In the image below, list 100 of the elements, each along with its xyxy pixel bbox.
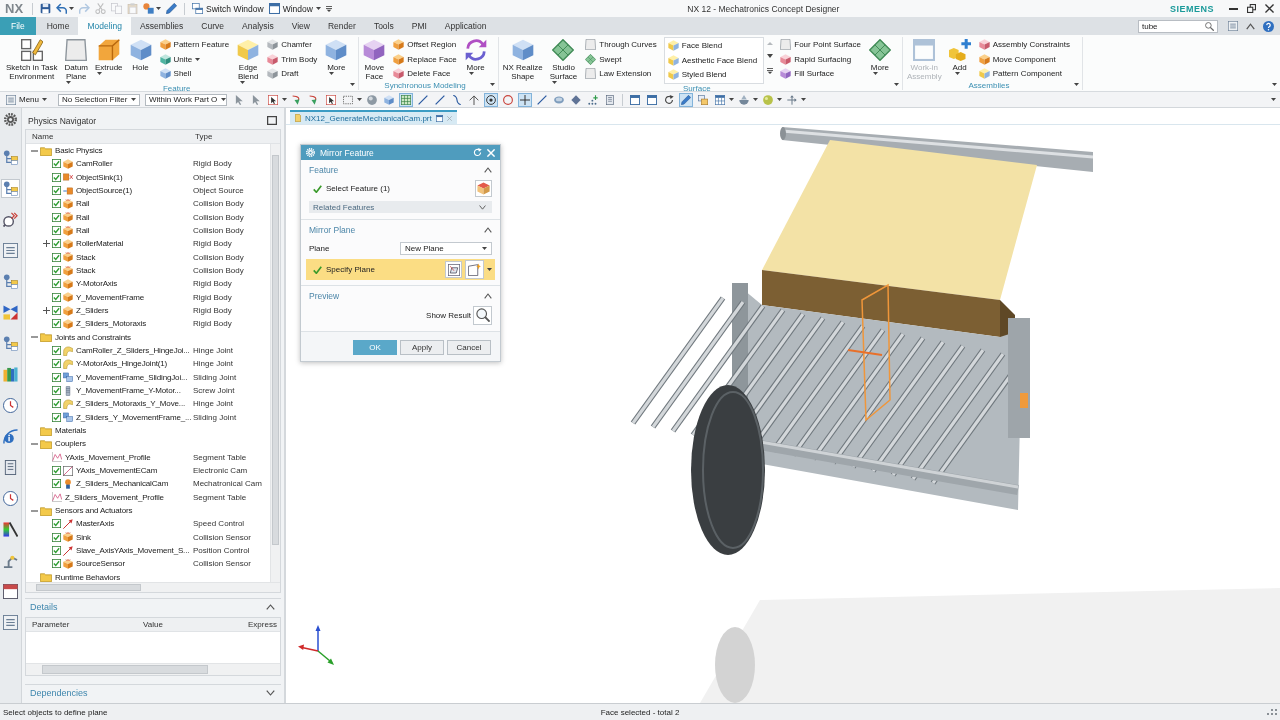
ribbon-tab[interactable]: Analysis [233, 17, 283, 35]
help-icon[interactable] [1263, 20, 1274, 32]
ribbon-button[interactable]: Styled Blend [665, 68, 760, 82]
tree-item[interactable]: CamRoller [76, 159, 113, 169]
clock-icon[interactable] [1, 396, 20, 415]
ribbon-tab[interactable]: Application [435, 17, 496, 35]
selection-step[interactable]: Select Feature (1) [309, 178, 472, 199]
checkbox[interactable] [52, 359, 61, 369]
tree-item[interactable]: YAxis_MovementECam [76, 466, 158, 476]
checkbox[interactable] [52, 412, 61, 422]
caret-icon[interactable] [350, 83, 356, 86]
ribbon-button[interactable]: Rapid Surfacing [778, 52, 863, 66]
close-icon[interactable] [1265, 4, 1274, 13]
clock-icon[interactable] [1, 489, 20, 508]
tree-folder[interactable]: Couplers [55, 439, 86, 449]
layers-icon[interactable] [696, 92, 710, 107]
ribbon-button[interactable]: Hole [128, 37, 153, 72]
checkbox[interactable] [52, 212, 61, 222]
minus-icon[interactable] [31, 509, 38, 512]
tree-item[interactable]: Stack [76, 266, 96, 276]
select-icon[interactable] [266, 92, 280, 107]
tree-item[interactable]: Y_MovementFrame_Y-Motor... [76, 386, 181, 396]
tree-item[interactable]: Z_Sliders_MechanicalCam [76, 479, 169, 489]
dialog-button[interactable]: Cancel [447, 340, 491, 355]
books-icon[interactable] [1, 365, 20, 384]
tree-item[interactable]: Y-MotorAxis_HingeJoint(1) [76, 359, 168, 369]
caret-icon[interactable] [801, 98, 806, 101]
minus-icon[interactable] [31, 336, 38, 339]
tree-folder[interactable]: Materials [55, 426, 87, 436]
checkbox[interactable] [52, 386, 61, 396]
caret-icon[interactable] [1271, 98, 1276, 101]
tree-item[interactable]: Slave_AxisYAxis_Movement_S... [76, 546, 190, 555]
restore-icon[interactable] [1247, 4, 1256, 13]
tree-item[interactable]: Rail [76, 212, 90, 222]
caret-icon[interactable] [753, 98, 758, 101]
chevron-up-icon[interactable] [484, 293, 492, 299]
ribbon-button[interactable]: More [867, 37, 892, 75]
ribbon-tab[interactable]: Tools [364, 17, 403, 35]
checkbox[interactable] [52, 532, 61, 542]
undo-icon[interactable] [56, 3, 68, 14]
tree-item[interactable]: ObjectSink(1) [76, 172, 123, 182]
checkbox[interactable] [52, 292, 61, 302]
caret-icon[interactable] [357, 98, 362, 101]
tree-folder[interactable]: Sensors and Actuators [55, 506, 133, 515]
ribbon-button[interactable]: More [324, 37, 349, 75]
save-icon[interactable] [40, 3, 52, 14]
ribbon-button[interactable]: Chamfer [265, 38, 320, 52]
select-icon[interactable] [324, 92, 338, 107]
ribbon-button[interactable]: Four Point Surface [778, 38, 863, 52]
ribbon-button[interactable]: Offset Region [391, 38, 459, 52]
scope-dropdown[interactable]: Within Work Part O [145, 93, 227, 106]
caret-icon[interactable] [282, 98, 287, 101]
ribbon-button[interactable]: Draft [265, 67, 320, 81]
ribbon-button[interactable]: Move Component [976, 52, 1072, 66]
minus-icon[interactable] [31, 442, 38, 445]
tree-item[interactable]: Sink [76, 532, 91, 542]
ribbon-button[interactable]: Shell [157, 67, 232, 81]
tree-folder[interactable]: Basic Physics [55, 146, 103, 156]
shapes-icon[interactable] [143, 3, 155, 14]
ribbon-tab[interactable]: Curve [192, 17, 234, 35]
tree-item[interactable]: YAxis_Movement_Profile [65, 452, 151, 462]
checkbox[interactable] [52, 546, 61, 555]
ribbon-button[interactable]: Sketch in Task Environment [5, 37, 59, 81]
ribbon-tab[interactable]: View [282, 17, 319, 35]
caret-icon[interactable] [767, 54, 774, 59]
ribbon-button[interactable]: Studio Surface [548, 37, 579, 84]
caret-icon[interactable] [69, 7, 75, 10]
caret-icon[interactable] [487, 268, 492, 271]
ribbon-tab[interactable]: Home [37, 17, 79, 35]
tree-icon[interactable] [1, 179, 20, 198]
tree-item[interactable]: RollerMaterial [76, 239, 124, 249]
tree-item[interactable]: Z_Sliders_Movement_Profile [65, 492, 164, 502]
horizontal-scrollbar[interactable] [26, 663, 280, 675]
caret-icon[interactable] [156, 7, 162, 10]
checkbox[interactable] [52, 466, 61, 476]
chevron-up-icon[interactable] [1246, 22, 1255, 30]
ribbon-button[interactable]: Add [947, 37, 972, 75]
tree-item[interactable]: Z_Sliders_Y_MovementFrame_... [76, 412, 192, 422]
tree-item[interactable]: Rail [76, 199, 90, 209]
tree-item[interactable]: SourceSensor [76, 559, 125, 569]
ribbon-button[interactable]: More [463, 37, 488, 75]
checkbox[interactable] [52, 559, 61, 569]
window-menu-button[interactable]: Window [268, 3, 321, 14]
switch-window-button[interactable]: Switch Window [192, 3, 264, 14]
horizontal-scrollbar[interactable] [26, 582, 280, 592]
tree-item[interactable]: CamRoller_Z_Sliders_HingeJoi... [76, 346, 190, 356]
checkbox[interactable] [52, 226, 61, 236]
icon-button[interactable] [465, 260, 484, 279]
pen-icon[interactable] [166, 3, 178, 14]
ribbon-button[interactable]: Replace Face [391, 52, 459, 66]
maximize-icon[interactable] [267, 116, 277, 125]
vertical-scrollbar[interactable] [270, 144, 280, 582]
ribbon-button[interactable]: Assembly Constraints [976, 38, 1072, 52]
color-bar-icon[interactable] [1, 520, 20, 539]
checkbox[interactable] [52, 266, 61, 276]
ribbon-button[interactable]: Swept [583, 52, 659, 66]
checkbox[interactable] [52, 186, 61, 196]
document-icon[interactable] [603, 92, 617, 107]
ribbon-button[interactable]: Datum Plane [63, 37, 89, 84]
dots-icon[interactable] [586, 92, 600, 107]
